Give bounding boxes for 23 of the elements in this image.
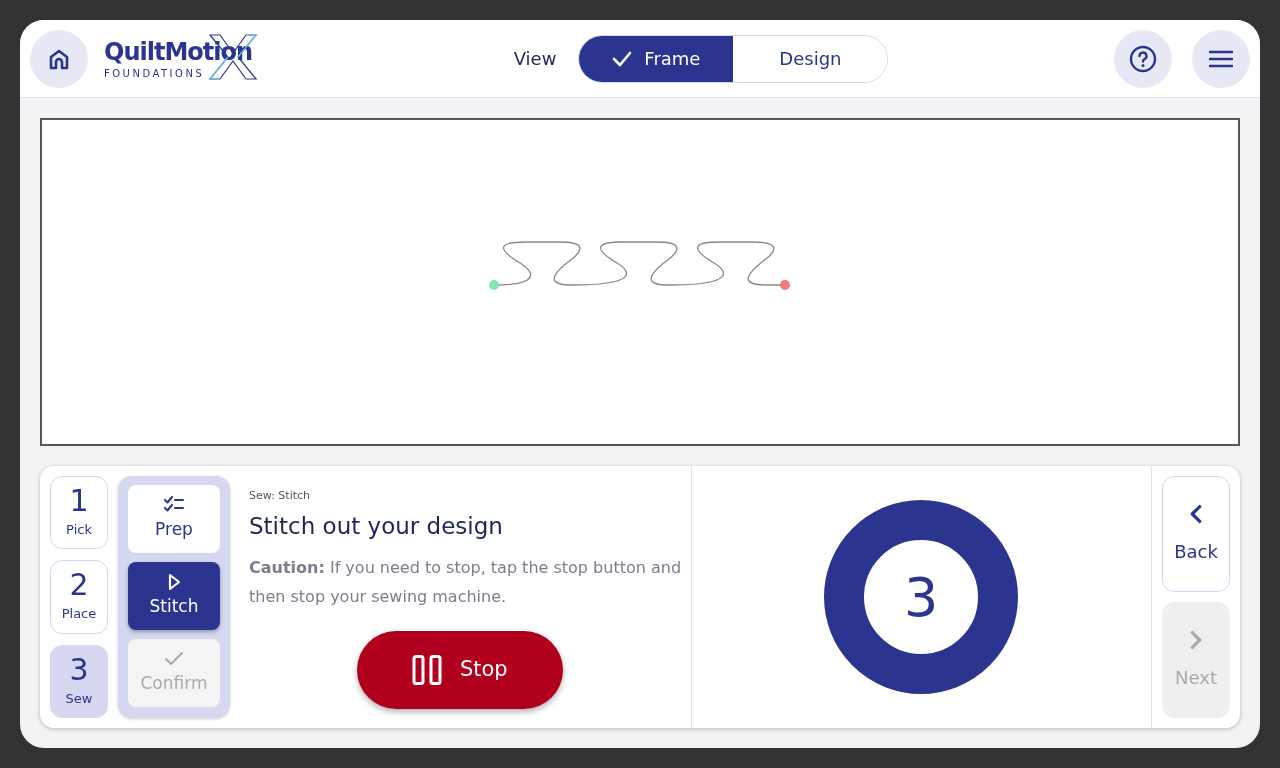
logo-tagline: FOUNDATIONS	[104, 68, 206, 79]
step-tab[interactable]: 2 Place	[50, 560, 108, 634]
home-icon	[48, 47, 70, 70]
step-tab[interactable]: 3 Sew	[50, 644, 108, 718]
step-title: Stitch out your design	[249, 511, 504, 541]
back-button[interactable]: Back	[1162, 476, 1230, 592]
stop-button[interactable]: Stop	[356, 631, 563, 709]
check-icon	[164, 649, 184, 667]
caution-text: Caution: If you need to stop, tap the stop button and then stop your sewing machine.	[249, 557, 683, 608]
checklist-icon	[164, 495, 184, 513]
step-tab[interactable]: 1 Pick	[50, 476, 108, 550]
help-icon	[1129, 44, 1157, 73]
chevron-right-icon	[1188, 629, 1204, 650]
pause-icon	[411, 655, 442, 685]
countdown-ring: 3	[824, 500, 1019, 694]
chevron-left-icon	[1188, 503, 1204, 524]
check-icon	[612, 50, 633, 67]
menu-icon	[1209, 49, 1233, 68]
substep-tab[interactable]: Stitch	[128, 562, 220, 630]
view-tab[interactable]: Frame	[579, 35, 734, 82]
substep-tab[interactable]: Prep	[128, 485, 220, 553]
breadcrumb: Sew: Stitch	[249, 488, 312, 504]
view-label: View	[513, 47, 557, 71]
